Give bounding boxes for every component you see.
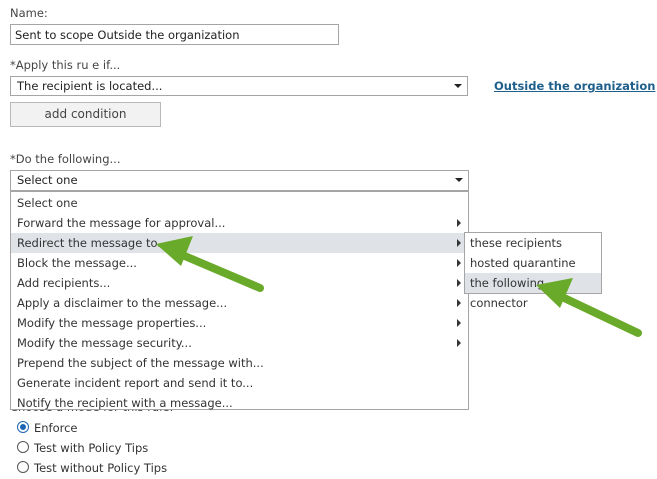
- annotation-arrows: [156, 236, 642, 337]
- green-arrow-icon: [156, 236, 264, 292]
- green-arrow-icon: [536, 278, 642, 337]
